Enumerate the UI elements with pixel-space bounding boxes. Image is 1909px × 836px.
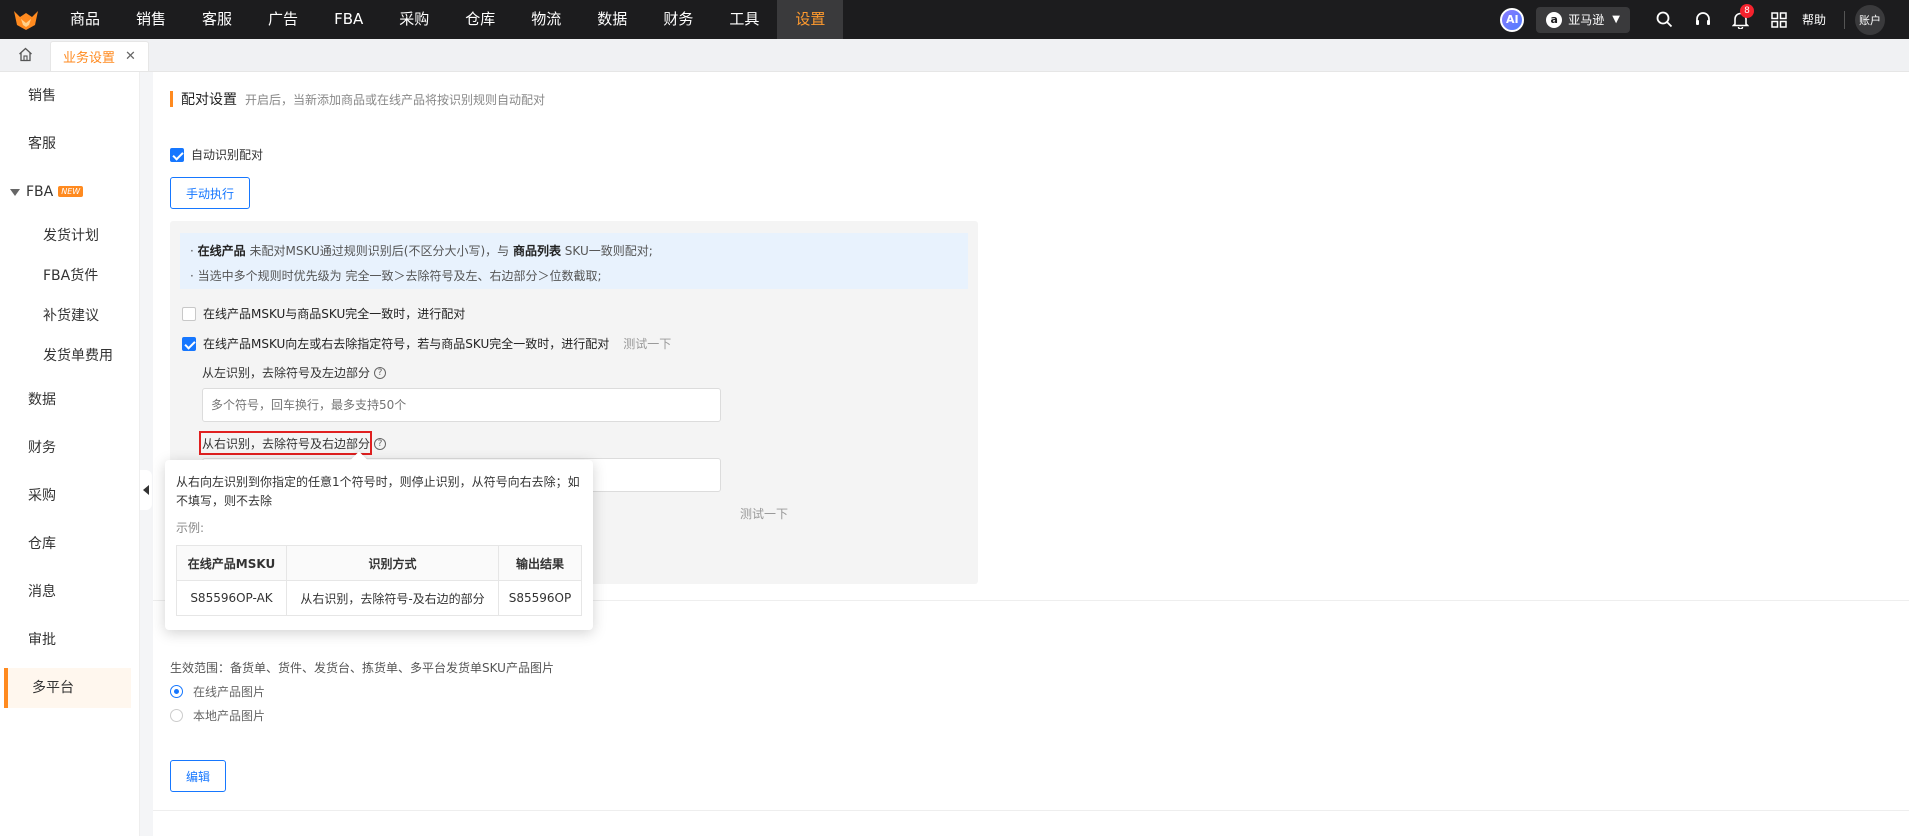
nav-item-fba[interactable]: FBA <box>316 0 381 39</box>
sidebar-item-approval[interactable]: 审批 <box>0 616 139 664</box>
headset-icon[interactable] <box>1684 0 1722 39</box>
account-avatar[interactable]: 账户 <box>1855 4 1885 35</box>
notice-line-1: · 在线产品 未配对MSKU通过规则识别后(不区分大小写)，与 商品列表 SKU… <box>190 244 653 258</box>
ai-assistant-button[interactable]: AI <box>1500 7 1525 32</box>
nav-item-settings[interactable]: 设置 <box>777 0 844 39</box>
sidebar-item-messages[interactable]: 消息 <box>0 568 139 616</box>
section-header-match: 配对设置 开启后，当新添加商品或在线产品将按识别规则自动配对 <box>170 89 545 109</box>
rule-strip-symbol-label: 在线产品MSKU向左或右去除指定符号，若与商品SKU完全一致时，进行配对 <box>203 337 610 351</box>
sidebar-collapse-handle[interactable] <box>140 470 152 510</box>
tab-label: 业务设置 <box>63 51 116 66</box>
tab-business-settings[interactable]: 业务设置 ✕ <box>50 41 149 71</box>
highlight-box <box>199 431 372 455</box>
sidebar-item-sales[interactable]: 销售 <box>0 72 139 120</box>
help-icon[interactable]: ? <box>374 366 387 379</box>
rule-exact-match-row[interactable]: 在线产品MSKU与商品SKU完全一致时，进行配对 <box>182 305 465 322</box>
logo-icon[interactable] <box>0 0 52 39</box>
manual-run-button[interactable]: 手动执行 <box>170 177 250 209</box>
radio-button[interactable] <box>170 709 183 722</box>
apps-grid-icon[interactable] <box>1760 0 1798 39</box>
sidebar-item-purchase[interactable]: 采购 <box>0 472 139 520</box>
test-link-secondary[interactable]: 测试一下 <box>740 505 788 522</box>
rule-exact-match-label: 在线产品MSKU与商品SKU完全一致时，进行配对 <box>203 307 466 321</box>
help-icon[interactable]: ? <box>374 437 387 450</box>
table-cell: S85596OP-AK <box>176 580 287 616</box>
notice-line-2: · 当选中多个规则时优先级为 完全一致＞去除符号及左、右边部分＞位数截取; <box>190 269 602 283</box>
sidebar-subitem-shipping-fees[interactable]: 发货单费用 <box>0 336 139 376</box>
top-right-tools: AI a 亚马逊 ▼ 8 帮助 账户 <box>1500 0 1909 39</box>
sidebar-subitem-replenishment[interactable]: 补货建议 <box>0 296 139 336</box>
nav-item-ads[interactable]: 广告 <box>250 0 316 39</box>
marketplace-selector[interactable]: a 亚马逊 ▼ <box>1536 6 1630 33</box>
sidebar-item-service[interactable]: 客服 <box>0 120 139 168</box>
bell-icon[interactable]: 8 <box>1722 0 1760 39</box>
page-tab-bar: 业务设置 ✕ <box>0 39 1909 72</box>
radio-local-image[interactable]: 本地产品图片 <box>170 707 265 724</box>
section-divider <box>153 810 1909 811</box>
chevron-left-icon <box>143 485 149 495</box>
close-icon[interactable]: ✕ <box>125 49 136 64</box>
example-table: 在线产品MSKU 识别方式 输出结果 S85596OP-AK 从右识别，去除符号… <box>176 545 582 616</box>
nav-item-products[interactable]: 商品 <box>52 0 118 39</box>
main-nav: 商品 销售 客服 广告 FBA 采购 仓库 物流 数据 财务 工具 设置 <box>52 0 844 39</box>
table-header: 识别方式 <box>286 545 499 581</box>
nav-item-service[interactable]: 客服 <box>184 0 250 39</box>
image-scope-text: 生效范围：备货单、货件、发货台、拣货单、多平台发货单SKU产品图片 <box>170 661 554 675</box>
radio-label: 在线产品图片 <box>193 685 266 699</box>
help-link[interactable]: 帮助 <box>1802 11 1826 28</box>
auto-match-label: 自动识别配对 <box>191 148 264 162</box>
auto-match-checkbox-row[interactable]: 自动识别配对 <box>170 146 263 163</box>
info-notice: · 在线产品 未配对MSKU通过规则识别后(不区分大小写)，与 商品列表 SKU… <box>180 233 968 289</box>
search-icon[interactable] <box>1646 0 1684 39</box>
section-description: 开启后，当新添加商品或在线产品将按识别规则自动配对 <box>245 92 546 107</box>
nav-item-tools[interactable]: 工具 <box>711 0 777 39</box>
radio-button[interactable] <box>170 685 183 698</box>
amazon-icon: a <box>1546 11 1563 28</box>
table-cell: 从右识别，去除符号-及右边的部分 <box>286 580 499 616</box>
nav-item-warehouse[interactable]: 仓库 <box>447 0 513 39</box>
sidebar-subitem-shipping-plan[interactable]: 发货计划 <box>0 216 139 256</box>
popover-example-label: 示例: <box>176 521 205 535</box>
table-header: 输出结果 <box>498 545 582 581</box>
nav-item-finance[interactable]: 财务 <box>645 0 711 39</box>
rule-strip-symbol-checkbox[interactable] <box>182 336 196 351</box>
notification-count-badge: 8 <box>1739 4 1754 18</box>
caret-down-icon: ▼ <box>1612 14 1620 25</box>
accent-bar <box>170 91 173 107</box>
new-badge: NEW <box>58 186 84 197</box>
top-navigation-bar: 商品 销售 客服 广告 FBA 采购 仓库 物流 数据 财务 工具 设置 AI … <box>0 0 1909 39</box>
nav-item-purchase[interactable]: 采购 <box>381 0 447 39</box>
rule-exact-match-checkbox[interactable] <box>182 306 196 321</box>
main-content: 配对设置 开启后，当新添加商品或在线产品将按识别规则自动配对 自动识别配对 手动… <box>153 72 1909 836</box>
nav-item-logistics[interactable]: 物流 <box>513 0 579 39</box>
marketplace-label: 亚马逊 <box>1568 13 1605 27</box>
rule-strip-symbol-row[interactable]: 在线产品MSKU向左或右去除指定符号，若与商品SKU完全一致时，进行配对 测试一… <box>182 335 671 352</box>
help-popover: 从右向左识别到你指定的任意1个符号时，则停止识别，从符号向右去除；如不填写，则不… <box>165 460 593 630</box>
sidebar-item-finance[interactable]: 财务 <box>0 424 139 472</box>
nav-item-data[interactable]: 数据 <box>579 0 645 39</box>
radio-label: 本地产品图片 <box>193 709 266 723</box>
edit-button[interactable]: 编辑 <box>170 760 226 792</box>
radio-online-image[interactable]: 在线产品图片 <box>170 683 265 700</box>
left-strip-label: 从左识别，去除符号及左边部分? <box>202 364 387 381</box>
sidebar-item-warehouse[interactable]: 仓库 <box>0 520 139 568</box>
sidebar-item-data[interactable]: 数据 <box>0 376 139 424</box>
sidebar-group-label: FBA <box>26 184 54 200</box>
home-icon[interactable] <box>0 38 50 71</box>
nav-item-sales[interactable]: 销售 <box>118 0 184 39</box>
sidebar: 销售 客服 FBA NEW 发货计划 FBA货件 补货建议 发货单费用 数据 财务… <box>0 72 140 836</box>
auto-match-checkbox[interactable] <box>170 147 184 162</box>
expand-triangle-icon <box>10 188 20 196</box>
table-header: 在线产品MSKU <box>176 545 287 581</box>
table-cell: S85596OP <box>498 580 582 616</box>
section-title: 配对设置 <box>181 92 237 108</box>
divider <box>1844 10 1845 29</box>
sidebar-item-multiplatform[interactable]: 多平台 <box>4 668 131 708</box>
popover-description: 从右向左识别到你指定的任意1个符号时，则停止识别，从符号向右去除；如不填写，则不… <box>176 475 580 508</box>
test-link[interactable]: 测试一下 <box>623 335 671 352</box>
sidebar-subitem-fba-shipment[interactable]: FBA货件 <box>0 256 139 296</box>
left-symbols-input[interactable] <box>202 388 721 422</box>
table-row: S85596OP-AK 从右识别，去除符号-及右边的部分 S85596OP <box>176 580 582 616</box>
sidebar-group-fba[interactable]: FBA NEW <box>0 168 139 216</box>
